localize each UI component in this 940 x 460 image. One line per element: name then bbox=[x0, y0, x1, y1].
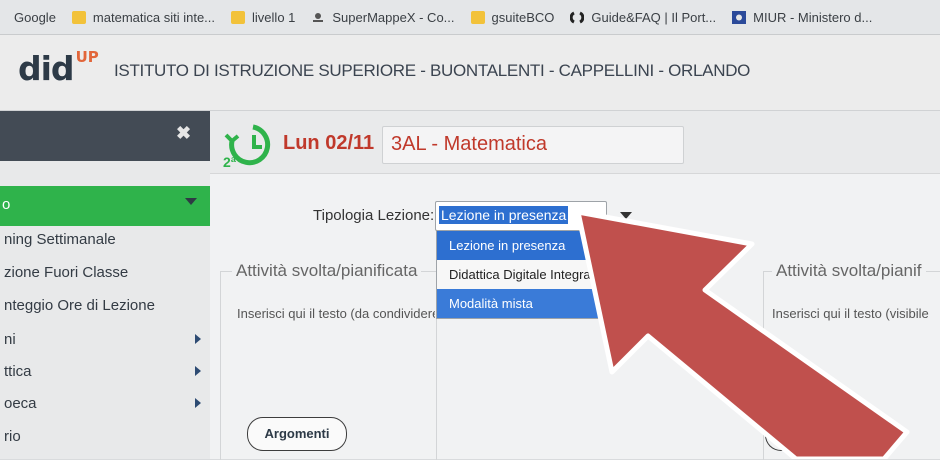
option-modalita-mista[interactable]: Modalità mista bbox=[437, 289, 600, 318]
close-icon[interactable]: ✖ bbox=[176, 123, 191, 144]
chevron-right-icon bbox=[195, 334, 201, 344]
bookmark-matematica-siti[interactable]: matematica siti inte... bbox=[71, 9, 216, 25]
didup-logo[interactable]: did UP bbox=[18, 48, 99, 88]
bookmark-label: MIUR - Ministero d... bbox=[753, 9, 873, 25]
tipologia-selected-value: Lezione in presenza bbox=[439, 206, 569, 224]
right-button-partial[interactable] bbox=[765, 417, 806, 451]
sidebar-item-planning[interactable]: ning Settimanale bbox=[0, 223, 210, 255]
class-subject-text: 3AL - Matematica bbox=[391, 133, 547, 155]
folder-icon bbox=[71, 10, 86, 24]
tipologia-dropdown: Lezione in presenza Didattica Digitale I… bbox=[436, 230, 601, 319]
sidebar-item-label: o bbox=[2, 196, 11, 213]
sidebar-item-7[interactable]: rio bbox=[0, 420, 210, 452]
logo-main: did bbox=[18, 49, 75, 88]
sidebar-item-label: ttica bbox=[4, 362, 32, 380]
sidebar-item-label: ning Settimanale bbox=[4, 230, 116, 248]
activity-panel-right-title: Attività svolta/pianif bbox=[772, 261, 926, 281]
bookmark-google[interactable]: Google bbox=[14, 10, 56, 25]
sidebar-item-label: ni bbox=[4, 330, 16, 348]
sidebar-item-5[interactable]: ttica bbox=[0, 355, 210, 387]
supermappe-icon bbox=[311, 11, 325, 24]
sidebar-item-label: oeca bbox=[4, 394, 37, 412]
sidebar-item-fuori-classe[interactable]: zione Fuori Classe bbox=[0, 256, 210, 288]
miur-icon bbox=[732, 10, 747, 24]
activity-panel-title: Attività svolta/pianificata bbox=[232, 261, 422, 281]
app-header: did UP ISTITUTO DI ISTRUZIONE SUPERIORE -… bbox=[0, 35, 940, 111]
sidebar-item-active[interactable]: o bbox=[0, 186, 210, 226]
argomenti-button[interactable]: Argomenti bbox=[247, 417, 347, 451]
sidebar: ✖ o ning Settimanale zione Fuori Classe … bbox=[0, 111, 210, 459]
bookmark-guide-faq[interactable]: Guide&FAQ | Il Port... bbox=[570, 10, 716, 25]
chevron-right-icon bbox=[195, 366, 201, 376]
hour-label: 2ª bbox=[223, 154, 237, 169]
sidebar-item-4[interactable]: ni bbox=[0, 323, 210, 355]
activity-textarea[interactable]: Inserisci qui il testo (da condividere) bbox=[237, 306, 435, 321]
bookmark-label: Google bbox=[14, 9, 56, 25]
tipologia-select[interactable]: Lezione in presenza bbox=[435, 201, 607, 231]
bookmark-miur[interactable]: MIUR - Ministero d... bbox=[732, 10, 872, 25]
bookmark-label: matematica siti inte... bbox=[92, 9, 216, 25]
sidebar-item-6[interactable]: oeca bbox=[0, 387, 210, 419]
folder-icon bbox=[470, 10, 485, 24]
sidebar-item-label: nteggio Ore di Lezione bbox=[4, 296, 155, 314]
lesson-date: Lun 02/11 bbox=[283, 132, 375, 154]
chevron-down-icon[interactable] bbox=[620, 212, 632, 219]
chevron-right-icon bbox=[195, 398, 201, 408]
bookmark-label: livello 1 bbox=[252, 9, 296, 25]
bookmarks-bar: Google matematica siti inte... livello 1… bbox=[0, 0, 940, 35]
bookmark-label: SuperMappeX - Co... bbox=[332, 9, 455, 25]
folder-icon bbox=[231, 10, 246, 24]
logo-sup: UP bbox=[75, 48, 99, 66]
bookmark-label: gsuiteBCO bbox=[491, 9, 555, 25]
sidebar-item-label: rio bbox=[4, 427, 21, 445]
option-lezione-in-presenza[interactable]: Lezione in presenza bbox=[437, 231, 600, 260]
bookmark-supermappex[interactable]: SuperMappeX - Co... bbox=[311, 9, 455, 25]
class-subject-field[interactable]: 3AL - Matematica bbox=[382, 126, 684, 164]
bookmark-gsuitebco[interactable]: gsuiteBCO bbox=[470, 9, 555, 25]
lesson-titlebar: 2ª Lun 02/11 3AL - Matematica bbox=[210, 111, 940, 174]
portal-icon bbox=[570, 11, 585, 24]
sidebar-item-label: zione Fuori Classe bbox=[4, 263, 129, 281]
clock-icon: 2ª bbox=[223, 124, 271, 169]
bookmark-label: Guide&FAQ | Il Port... bbox=[591, 9, 717, 25]
sidebar-header: ✖ bbox=[0, 111, 210, 161]
option-didattica-digitale-integrata[interactable]: Didattica Digitale Integrata bbox=[437, 260, 600, 289]
sidebar-item-conteggio-ore[interactable]: nteggio Ore di Lezione bbox=[0, 289, 210, 321]
main-content: 2ª Lun 02/11 3AL - Matematica Tipologia … bbox=[210, 111, 940, 460]
chevron-down-icon bbox=[185, 198, 197, 205]
tipologia-label: Tipologia Lezione: bbox=[313, 207, 435, 224]
bookmark-livello-1[interactable]: livello 1 bbox=[231, 10, 295, 25]
school-name: ISTITUTO DI ISTRUZIONE SUPERIORE - BUONT… bbox=[114, 61, 751, 80]
activity-textarea-right[interactable]: Inserisci qui il testo (visibile bbox=[772, 306, 929, 321]
